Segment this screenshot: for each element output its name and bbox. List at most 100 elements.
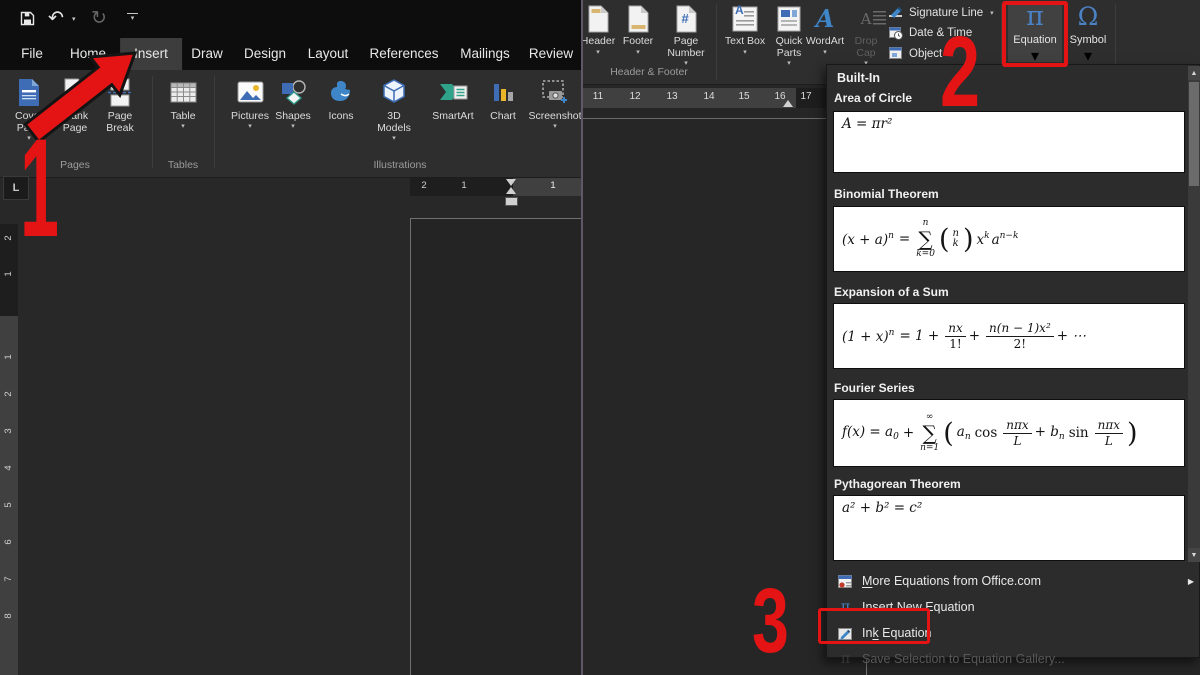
- group-label-illustrations: Illustrations: [373, 159, 426, 171]
- ruler-number: 12: [629, 91, 640, 102]
- group-divider: [214, 76, 215, 168]
- summation: n ∑ k=0: [916, 219, 935, 259]
- screenshot-icon: [541, 76, 569, 108]
- gallery-item-fourier-series[interactable]: f(x) = a0 + ∞ ∑ n=1 ( an cos nπxL + bn s…: [833, 399, 1185, 467]
- tab-review[interactable]: Review: [529, 38, 573, 70]
- chevron-down-icon: ▾: [823, 49, 827, 56]
- annotation-box-ink-equation: [818, 608, 930, 644]
- ruler-number: 11: [593, 91, 603, 102]
- 3d-models-button[interactable]: 3D Models ▾: [371, 76, 417, 142]
- header-icon: [588, 3, 609, 35]
- footer-button[interactable]: Footer ▾: [615, 3, 661, 56]
- quick-parts-icon: [777, 3, 801, 35]
- chart-icon: [491, 76, 515, 108]
- scroll-up-button[interactable]: ▲: [1188, 66, 1200, 80]
- left-indent-marker[interactable]: [505, 197, 518, 206]
- fraction: nx1!: [945, 321, 966, 351]
- 3d-models-cube-icon: [381, 76, 407, 108]
- annotation-box-equation: [1002, 1, 1068, 67]
- table-icon: [170, 76, 197, 108]
- tab-references[interactable]: References: [369, 38, 438, 70]
- tab-mailings[interactable]: Mailings: [460, 38, 510, 70]
- redo-icon: ↻: [91, 8, 107, 30]
- hanging-indent-marker[interactable]: [506, 187, 516, 194]
- section-label-fourier-series: Fourier Series: [834, 381, 915, 395]
- tab-layout[interactable]: Layout: [308, 38, 349, 70]
- group-label-pages: Pages: [60, 159, 90, 171]
- footer-icon: [628, 3, 649, 35]
- chevron-down-icon: ▾: [787, 60, 791, 67]
- ruler-number: 3: [3, 422, 15, 440]
- gallery-scrollbar[interactable]: ▲ ▼: [1188, 66, 1200, 562]
- customize-qat-icon[interactable]: ▾: [127, 13, 138, 23]
- ruler-number: 4: [3, 459, 15, 477]
- office-com-icon: [837, 574, 854, 589]
- shapes-button[interactable]: Shapes ▾: [270, 76, 316, 130]
- drop-cap-button: A Drop Cap ▾: [846, 3, 886, 67]
- wordart-button[interactable]: A WordArt ▾: [804, 3, 846, 56]
- document-page: [410, 218, 581, 675]
- section-label-binomial-theorem: Binomial Theorem: [834, 187, 939, 201]
- scroll-down-button[interactable]: ▼: [1188, 548, 1200, 562]
- ruler-number: 6: [3, 533, 15, 551]
- page-number-button[interactable]: # Page Number ▾: [660, 3, 712, 67]
- pictures-icon: [237, 76, 264, 108]
- screenshot-button[interactable]: Screenshot ▾: [532, 76, 578, 130]
- text-box-button[interactable]: A Text Box ▾: [722, 3, 768, 56]
- table-button[interactable]: Table ▾: [160, 76, 206, 130]
- submenu-arrow-icon: ▶: [1188, 577, 1194, 586]
- group-label-tables: Tables: [168, 159, 198, 171]
- vertical-ruler[interactable]: 2 1 1 2 3 4 5 6 7 8: [0, 224, 18, 675]
- ruler-number: 5: [3, 496, 15, 514]
- fraction: nπxL: [1003, 418, 1031, 448]
- ruler-number: 2: [3, 385, 15, 403]
- binomial-coefficient: n k: [952, 229, 958, 250]
- section-label-expansion-of-a-sum: Expansion of a Sum: [834, 285, 949, 299]
- tab-design[interactable]: Design: [244, 38, 286, 70]
- gallery-item-binomial-theorem[interactable]: (x + a)n = n ∑ k=0 ( n k ) xkan−k: [833, 206, 1185, 272]
- fraction: nπxL: [1095, 418, 1123, 448]
- dropdown-title: Built-In: [837, 71, 880, 85]
- save-selection-pi-icon: π: [837, 651, 854, 667]
- date-time-icon: [888, 26, 903, 40]
- chevron-down-icon: ▾: [636, 49, 640, 56]
- chart-button[interactable]: Chart: [480, 76, 526, 122]
- icons-button[interactable]: Icons: [318, 76, 364, 122]
- horizontal-ruler-right[interactable]: 11 12 13 14 15 16 17: [583, 88, 826, 108]
- tab-draw[interactable]: Draw: [191, 38, 223, 70]
- scrollbar-thumb[interactable]: [1189, 82, 1199, 186]
- group-label-header-footer: Header & Footer: [610, 66, 688, 78]
- annotation-step-2: 2: [940, 30, 980, 115]
- symbol-button[interactable]: Ω Symbol ▾: [1065, 2, 1111, 62]
- ruler-number: 1: [461, 180, 466, 191]
- fraction: n(n − 1)x²2!: [986, 321, 1054, 351]
- summation: ∞ ∑ n=1: [920, 413, 939, 453]
- section-label-area-of-circle: Area of Circle: [834, 91, 912, 105]
- undo-icon[interactable]: ↶: [48, 8, 64, 30]
- save-icon[interactable]: [20, 11, 35, 31]
- signature-line-icon: [888, 6, 903, 20]
- ruler-number: 14: [703, 91, 714, 102]
- first-line-indent-marker[interactable]: [506, 179, 516, 186]
- chevron-down-icon: ▾: [743, 49, 747, 56]
- chevron-down-icon: ▾: [181, 123, 185, 130]
- ruler-number: 1: [3, 348, 15, 366]
- gallery-item-expansion-of-a-sum[interactable]: (1 + x)n = 1 + nx1! + n(n − 1)x²2! + ⋯: [833, 303, 1185, 369]
- undo-chevron-icon[interactable]: ▾: [72, 15, 76, 23]
- pictures-button[interactable]: Pictures ▾: [227, 76, 273, 130]
- gallery-item-pythagorean-theorem[interactable]: a² + b² = c²: [833, 495, 1185, 561]
- group-divider: [716, 4, 717, 80]
- gallery-item-area-of-circle[interactable]: A = πr²: [833, 111, 1185, 173]
- smartart-button[interactable]: SmartArt: [430, 76, 476, 122]
- ruler-number: 15: [738, 91, 749, 102]
- horizontal-ruler-left[interactable]: 2 1 1: [410, 178, 581, 196]
- chevron-down-icon: ▾: [392, 135, 396, 142]
- menu-item-more-equations[interactable]: More Equations from Office.com ▶: [828, 569, 1199, 593]
- chevron-down-icon: ▾: [990, 9, 994, 17]
- ruler-number: 2: [3, 229, 15, 247]
- chevron-down-icon: ▾: [248, 123, 252, 130]
- right-indent-marker[interactable]: [783, 100, 793, 107]
- word-window: ↶ ▾ ↻ ▾ File Home Insert Draw Design Lay…: [0, 0, 1200, 675]
- ruler-number: 8: [3, 607, 15, 625]
- right-screenshot-part: Header ▾ Footer ▾ # Page Number ▾ A Text…: [583, 0, 1200, 675]
